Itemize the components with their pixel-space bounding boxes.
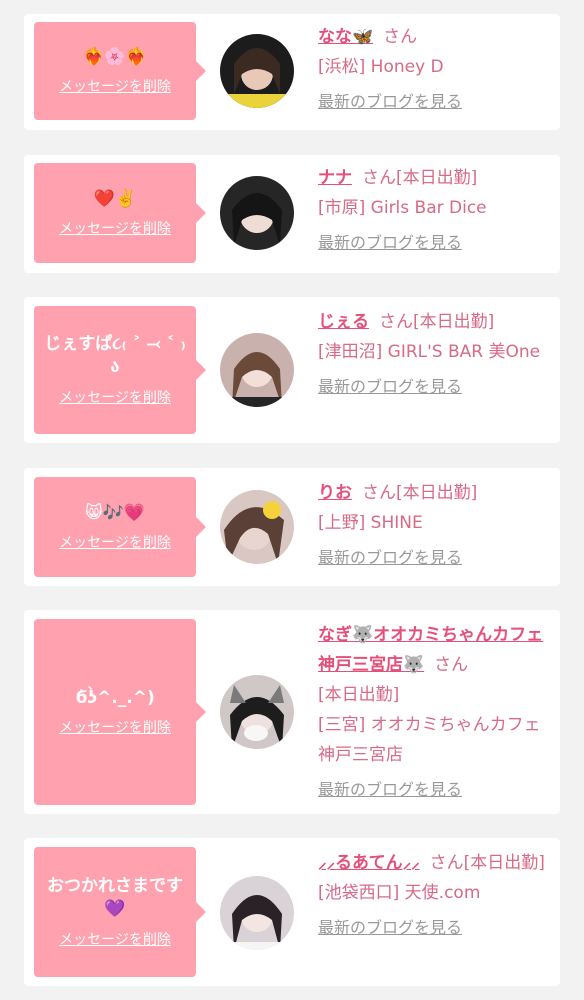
- message-bubble: おつかれさまです💜 メッセージを削除: [34, 847, 206, 977]
- honorific: さん: [383, 27, 418, 47]
- delete-message-link[interactable]: メッセージを削除: [59, 218, 171, 238]
- status-badge: [本日出勤]: [413, 312, 495, 332]
- avatar[interactable]: [220, 675, 294, 749]
- cast-info: ⸝⸝るあてん⸝⸝ さん[本日出勤] [池袋西口] 天使.com 最新のブログを見る: [318, 848, 554, 940]
- latest-blog-link[interactable]: 最新のブログを見る: [318, 546, 462, 570]
- status-badge: [本日出勤]: [463, 853, 545, 873]
- honorific: さん: [379, 312, 413, 332]
- cast-info: りお さん[本日出勤] [上野] SHINE 最新のブログを見る: [318, 478, 554, 570]
- message-text: 😸🎶💗: [84, 502, 146, 523]
- cast-name-link[interactable]: ⸝⸝るあてん⸝⸝: [318, 853, 420, 873]
- latest-blog-link[interactable]: 最新のブログを見る: [318, 375, 462, 399]
- cast-info: ナナ さん[本日出勤] [市原] Girls Bar Dice 最新のブログを見る: [318, 163, 554, 255]
- list-item: おつかれさまです💜 メッセージを削除 ⸝⸝るあてん⸝⸝ さん[本日出勤] [池袋西…: [24, 838, 560, 986]
- cast-name-link[interactable]: りお: [318, 483, 352, 503]
- shop-name: [市原] Girls Bar Dice: [318, 198, 487, 218]
- avatar[interactable]: [220, 876, 294, 950]
- avatar[interactable]: [220, 176, 294, 250]
- message-text: じぇすぱ૮₍ ˃ ⤙ ˂ ₎ა: [44, 334, 186, 377]
- message-text: ❤️‍🔥🌸❤️‍🔥: [83, 46, 147, 67]
- message-text: ϭ̀ʖ̀^._.^): [75, 687, 155, 708]
- shop-name: [三宮] オオカミちゃんカフェ神戸三宮店: [318, 715, 541, 765]
- cast-name-link[interactable]: なな🦋: [318, 27, 373, 47]
- honorific: さん: [362, 168, 396, 188]
- avatar[interactable]: [220, 34, 294, 108]
- list-item: 😸🎶💗 メッセージを削除 りお さん[本日出勤] [上野] SHINE 最新のブロ…: [24, 468, 560, 586]
- avatar[interactable]: [220, 333, 294, 407]
- cast-info: なな🦋 さん [浜松] Honey D 最新のブログを見る: [318, 22, 554, 114]
- list-item: ϭ̀ʖ̀^._.^) メッセージを削除 なぎ🐺オオカミちゃんカフェ神戸三宮店🐺 さ…: [24, 610, 560, 814]
- shop-name: [池袋西口] 天使.com: [318, 883, 481, 903]
- cast-name-link[interactable]: じぇる: [318, 312, 369, 332]
- status-badge: [本日出勤]: [396, 483, 478, 503]
- message-bubble: ❤️✌️ メッセージを削除: [34, 163, 206, 263]
- cast-name-link[interactable]: ナナ: [318, 168, 352, 188]
- cast-name-link[interactable]: なぎ🐺オオカミちゃんカフェ神戸三宮店🐺: [318, 625, 543, 675]
- delete-message-link[interactable]: メッセージを削除: [59, 76, 171, 96]
- shop-name: [浜松] Honey D: [318, 57, 444, 77]
- latest-blog-link[interactable]: 最新のブログを見る: [318, 90, 462, 114]
- delete-message-link[interactable]: メッセージを削除: [59, 387, 171, 407]
- list-item: ❤️✌️ メッセージを削除 ナナ さん[本日出勤] [市原] Girls Bar …: [24, 155, 560, 273]
- delete-message-link[interactable]: メッセージを削除: [59, 717, 171, 737]
- message-list: ❤️‍🔥🌸❤️‍🔥 メッセージを削除 なな🦋 さん [浜松] Honey D 最新…: [0, 0, 584, 1000]
- message-text: おつかれさまです💜: [47, 876, 183, 919]
- shop-name: [津田沼] GIRL'S BAR 美One: [318, 342, 541, 362]
- cast-info: じぇる さん[本日出勤] [津田沼] GIRL'S BAR 美One 最新のブログ…: [318, 307, 554, 399]
- list-item: じぇすぱ૮₍ ˃ ⤙ ˂ ₎ა メッセージを削除 じぇる さん[本日出勤] [津田…: [24, 297, 560, 443]
- message-bubble: 😸🎶💗 メッセージを削除: [34, 477, 206, 577]
- latest-blog-link[interactable]: 最新のブログを見る: [318, 231, 462, 255]
- cast-info: なぎ🐺オオカミちゃんカフェ神戸三宮店🐺 さん [本日出勤] [三宮] オオカミちゃん…: [318, 620, 554, 802]
- message-bubble: ϭ̀ʖ̀^._.^) メッセージを削除: [34, 619, 206, 805]
- latest-blog-link[interactable]: 最新のブログを見る: [318, 916, 462, 940]
- delete-message-link[interactable]: メッセージを削除: [59, 532, 171, 552]
- avatar[interactable]: [220, 490, 294, 564]
- list-item: ❤️‍🔥🌸❤️‍🔥 メッセージを削除 なな🦋 さん [浜松] Honey D 最新…: [24, 14, 560, 130]
- honorific: さん: [434, 655, 469, 675]
- message-bubble: ❤️‍🔥🌸❤️‍🔥 メッセージを削除: [34, 22, 206, 120]
- delete-message-link[interactable]: メッセージを削除: [59, 929, 171, 949]
- latest-blog-link[interactable]: 最新のブログを見る: [318, 778, 462, 802]
- honorific: さん: [429, 853, 464, 873]
- shop-name: [上野] SHINE: [318, 513, 423, 533]
- message-bubble: じぇすぱ૮₍ ˃ ⤙ ˂ ₎ა メッセージを削除: [34, 306, 206, 434]
- message-text: ❤️✌️: [93, 188, 137, 209]
- status-badge: [本日出勤]: [396, 168, 478, 188]
- status-badge: [本日出勤]: [318, 685, 400, 705]
- honorific: さん: [362, 483, 396, 503]
